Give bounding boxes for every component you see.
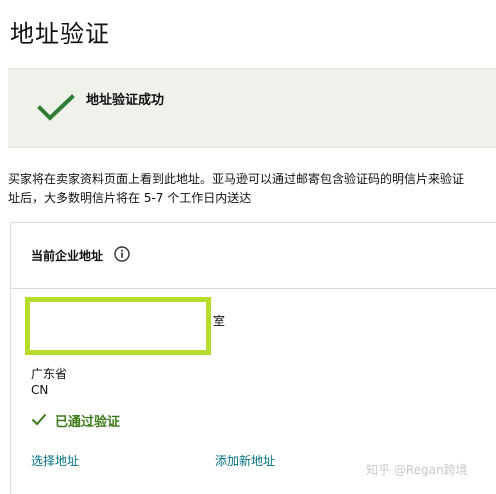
redacted-address-highlight <box>25 297 211 355</box>
card-title: 当前企业地址 <box>31 249 104 263</box>
verified-check-icon <box>31 413 47 426</box>
add-new-address-link[interactable]: 添加新地址 <box>215 452 275 469</box>
description-line-1: 买家将在卖家资料页面上看到此地址。亚马逊可以通过邮寄包含验证码的明信片来验证 <box>8 172 465 186</box>
success-banner: 地址验证成功 <box>8 68 496 148</box>
watermark: 知乎 @Regan跨境 <box>366 463 468 477</box>
address-country: CN <box>31 383 49 397</box>
description-line-2: 址后，大多数明信片将在 5-7 个工作日内送达 <box>8 191 252 205</box>
current-business-address-card: 当前企业地址 室 广东省 CN 已通过验证 选择地址 添加新地址 <box>10 222 496 494</box>
card-header: 当前企业地址 <box>11 223 496 289</box>
address-line-tail: 室 <box>213 314 226 328</box>
address-province: 广东省 <box>31 367 68 381</box>
verified-label: 已通过验证 <box>55 415 121 430</box>
select-address-link[interactable]: 选择地址 <box>31 452 79 469</box>
description-text: 买家将在卖家资料页面上看到此地址。亚马逊可以通过邮寄包含验证码的明信片来验证 址… <box>8 170 496 208</box>
page-title: 地址验证 <box>10 20 110 48</box>
address-verification-page: 地址验证 地址验证成功 买家将在卖家资料页面上看到此地址。亚马逊可以通过邮寄包含… <box>0 0 496 494</box>
check-icon <box>37 94 75 121</box>
success-message: 地址验证成功 <box>86 93 165 108</box>
info-icon[interactable] <box>114 246 130 262</box>
